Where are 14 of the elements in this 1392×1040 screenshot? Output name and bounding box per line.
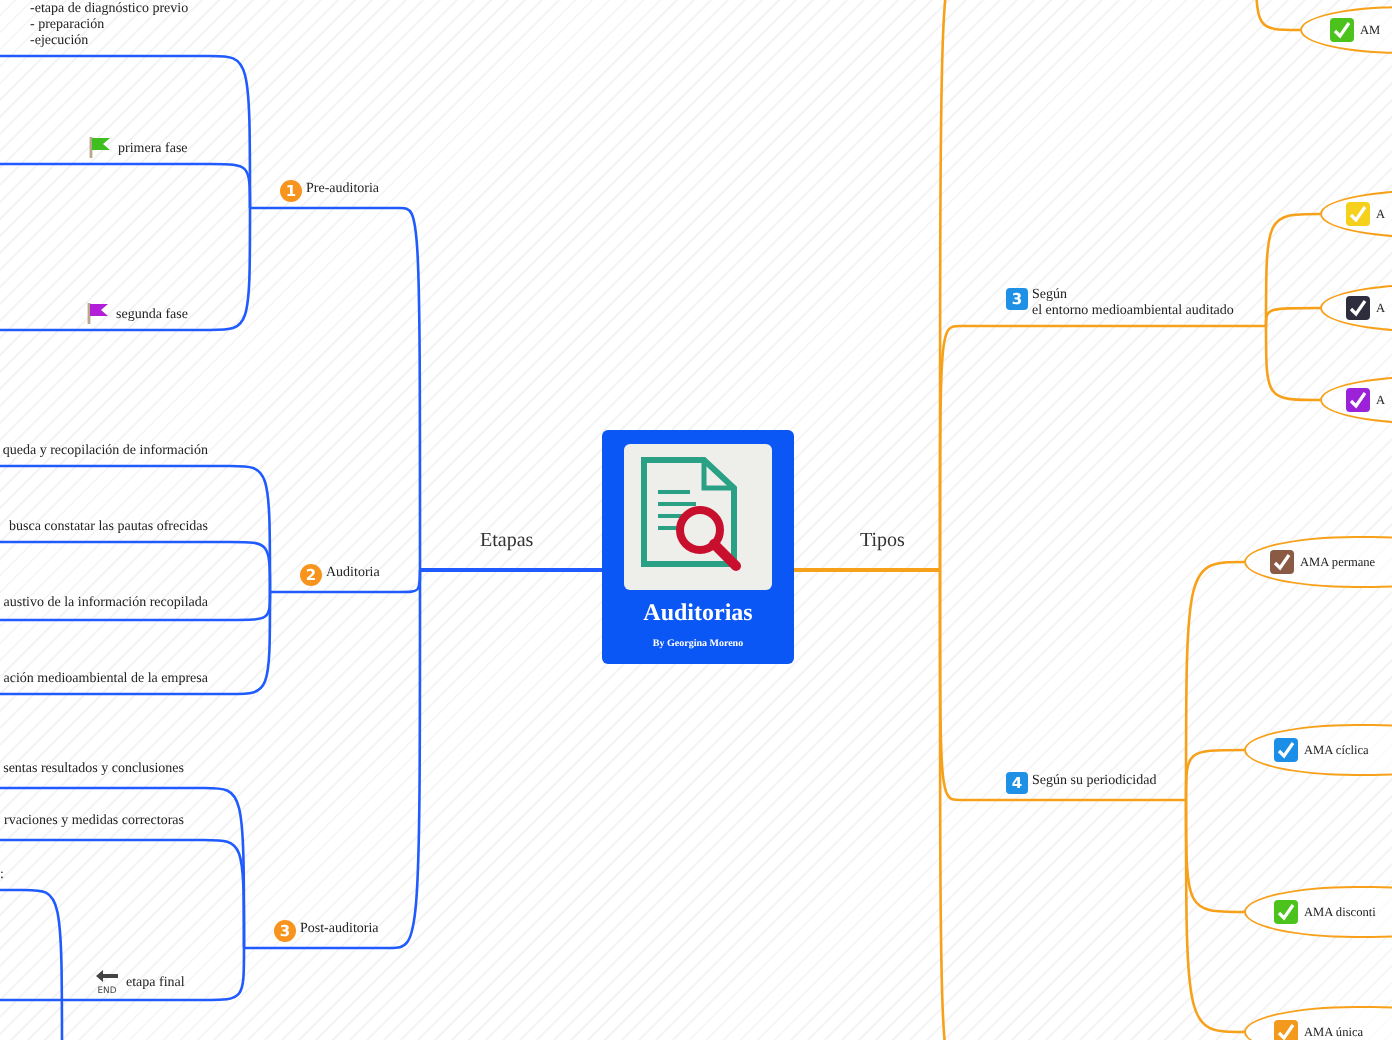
checkbox-icon	[1274, 738, 1298, 762]
flag-icon	[86, 302, 110, 324]
document-magnifier-icon	[624, 444, 772, 590]
map-title: Auditorias	[643, 598, 753, 628]
checkbox-icon	[1274, 900, 1298, 924]
checkbox-icon	[1346, 296, 1370, 320]
checkbox-icon	[1330, 18, 1354, 42]
flag-icon	[88, 136, 112, 158]
branch-label[interactable]: Etapas	[480, 530, 534, 554]
checkbox-icon	[1346, 202, 1370, 226]
branch-label[interactable]: Tipos	[860, 530, 905, 554]
checkbox-icon	[1274, 1020, 1298, 1040]
checkbox-icon	[1346, 388, 1370, 412]
checkbox-icon	[1270, 550, 1294, 574]
